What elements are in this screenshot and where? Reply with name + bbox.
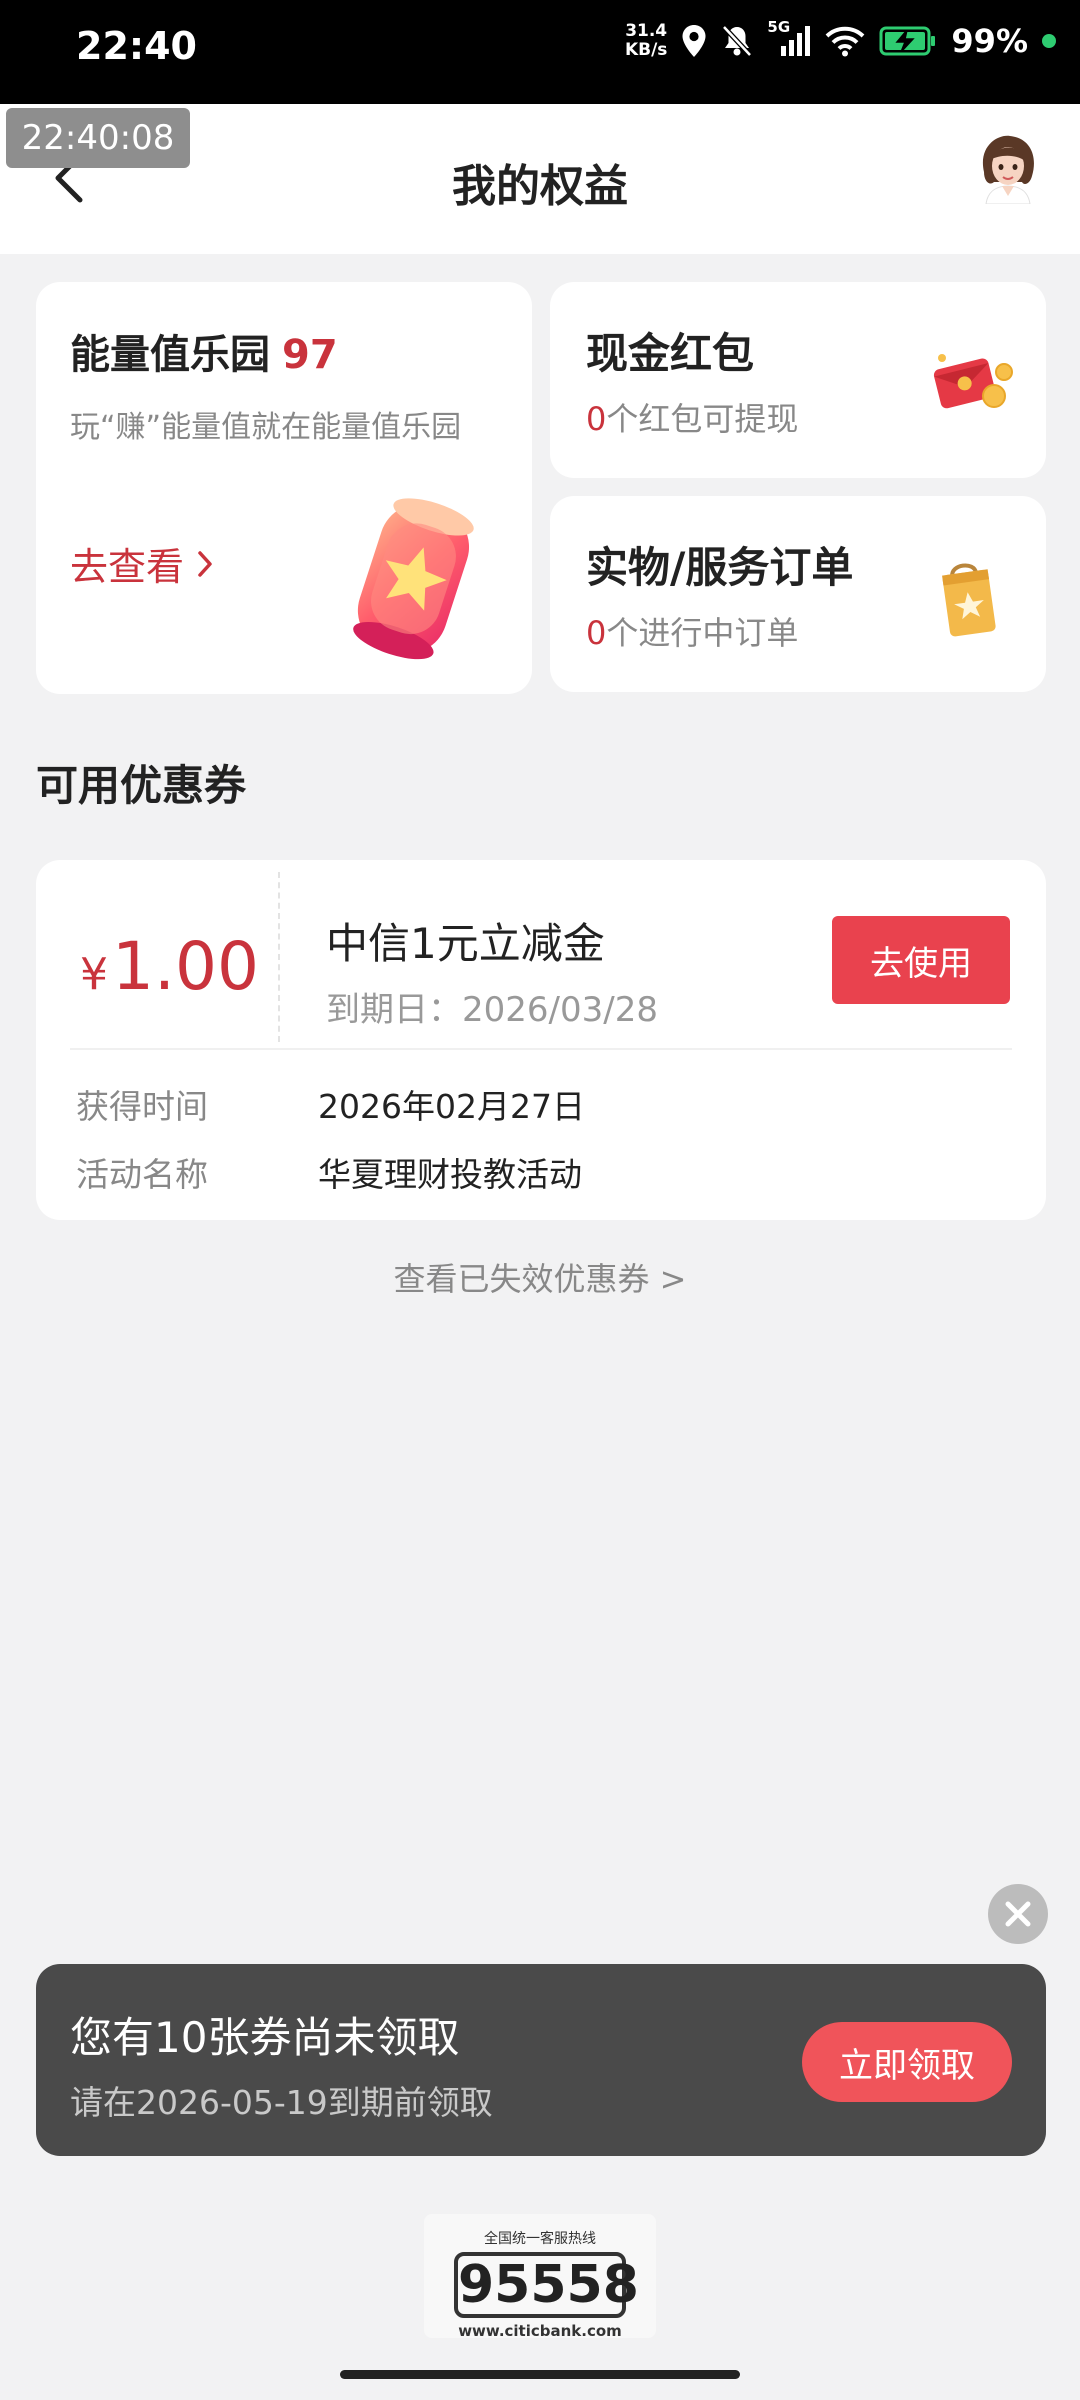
- expired-coupons-link[interactable]: 查看已失效优惠券 >: [0, 1254, 1080, 1300]
- orders-card-sub-text: 个进行中订单: [606, 614, 799, 652]
- coupon-currency: ¥: [80, 949, 108, 1000]
- shopping-bag-icon: [942, 563, 996, 637]
- energy-park-desc: 玩“赚”能量值就在能量值乐园: [70, 410, 462, 445]
- status-icons: 31.4 KB/s 5G 99%: [625, 18, 1056, 60]
- banner-title: 您有10张券尚未领取: [70, 2013, 460, 2062]
- mute-icon: [722, 25, 753, 57]
- chevron-right-icon: [198, 550, 212, 577]
- coupon-obtained-label: 获得时间: [76, 1087, 208, 1126]
- status-time: 22:40: [76, 24, 197, 68]
- wifi-icon: [826, 26, 865, 57]
- hotline-logo: 全国统一客服热线 95558 www.citicbank.com: [424, 2214, 656, 2340]
- coupons-section-title: 可用优惠券: [36, 761, 247, 810]
- close-icon: [1005, 1901, 1031, 1927]
- cash-card-sub-text: 个红包可提现: [606, 400, 799, 438]
- signal-icon: 5G: [767, 18, 811, 58]
- coupon-activity-label: 活动名称: [76, 1155, 208, 1194]
- energy-park-title-text: 能量值乐园: [70, 332, 270, 378]
- hotline-url: www.citicbank.com: [458, 2322, 622, 2340]
- privacy-indicator-dot: [1042, 34, 1056, 48]
- use-coupon-button[interactable]: 去使用: [832, 916, 1010, 1004]
- home-indicator[interactable]: [340, 2370, 740, 2379]
- energy-value: 97: [282, 332, 338, 378]
- coupon-obtained-row: 获得时间 2026年02月27日: [76, 1080, 585, 1128]
- orders-card[interactable]: 实物/服务订单 0个进行中订单: [550, 496, 1046, 692]
- coupon-divider: [278, 872, 280, 1042]
- status-bar: 22:40 31.4 KB/s 5G 99%: [0, 0, 1080, 104]
- energy-view-link-label: 去查看: [70, 545, 185, 589]
- cash-card-title: 现金红包: [586, 329, 755, 378]
- net-speed-unit: KB/s: [624, 40, 668, 60]
- coupon-obtained-value: 2026年02月27日: [318, 1087, 585, 1126]
- energy-park-card[interactable]: 能量值乐园 97 玩“赚”能量值就在能量值乐园 去查看: [36, 282, 532, 694]
- coupon-separator: [70, 1048, 1012, 1050]
- location-icon: [682, 25, 706, 57]
- battery-percent: 99%: [951, 22, 1028, 60]
- banner-subtitle: 请在2026-05-19到期前领取: [70, 2083, 493, 2122]
- lantern-icon: [353, 498, 474, 660]
- avatar[interactable]: [972, 132, 1044, 205]
- hotline-number: 95558: [454, 2252, 639, 2318]
- energy-park-title: 能量值乐园 97: [70, 322, 338, 380]
- coupon-amount: ¥1.00: [80, 928, 259, 1005]
- battery-charging-icon: [879, 26, 936, 56]
- coupon-name: 中信1元立减金: [326, 919, 605, 968]
- orders-count: 0: [586, 614, 607, 652]
- red-envelope-icon: [933, 354, 1013, 409]
- cash-red-envelope-card[interactable]: 现金红包 0个红包可提现: [550, 282, 1046, 478]
- claim-now-button[interactable]: 立即领取: [802, 2022, 1012, 2102]
- time-overlay: 22:40:08: [6, 108, 190, 168]
- net-speed: 31.4 KB/s: [625, 22, 667, 60]
- energy-view-link[interactable]: 去查看: [70, 536, 216, 591]
- coupon-card: ¥1.00 中信1元立减金 到期日：2026/03/28 去使用 获得时间 20…: [36, 860, 1046, 1220]
- coupon-activity-value: 华夏理财投教活动: [318, 1155, 582, 1194]
- orders-card-sub: 0个进行中订单: [586, 608, 798, 654]
- coupon-amount-value: 1.00: [112, 928, 259, 1005]
- cash-count: 0: [586, 400, 607, 438]
- orders-card-title: 实物/服务订单: [586, 543, 854, 592]
- coupon-expiry: 到期日：2026/03/28: [326, 990, 658, 1030]
- close-banner-button[interactable]: [988, 1884, 1048, 1944]
- coupon-activity-row: 活动名称 华夏理财投教活动: [76, 1148, 582, 1196]
- unclaimed-coupons-banner: 您有10张券尚未领取 请在2026-05-19到期前领取 立即领取: [36, 1964, 1046, 2156]
- hotline-caption: 全国统一客服热线: [484, 2231, 596, 2247]
- net-speed-value: 31.4: [625, 21, 668, 41]
- cash-card-sub: 0个红包可提现: [586, 394, 798, 440]
